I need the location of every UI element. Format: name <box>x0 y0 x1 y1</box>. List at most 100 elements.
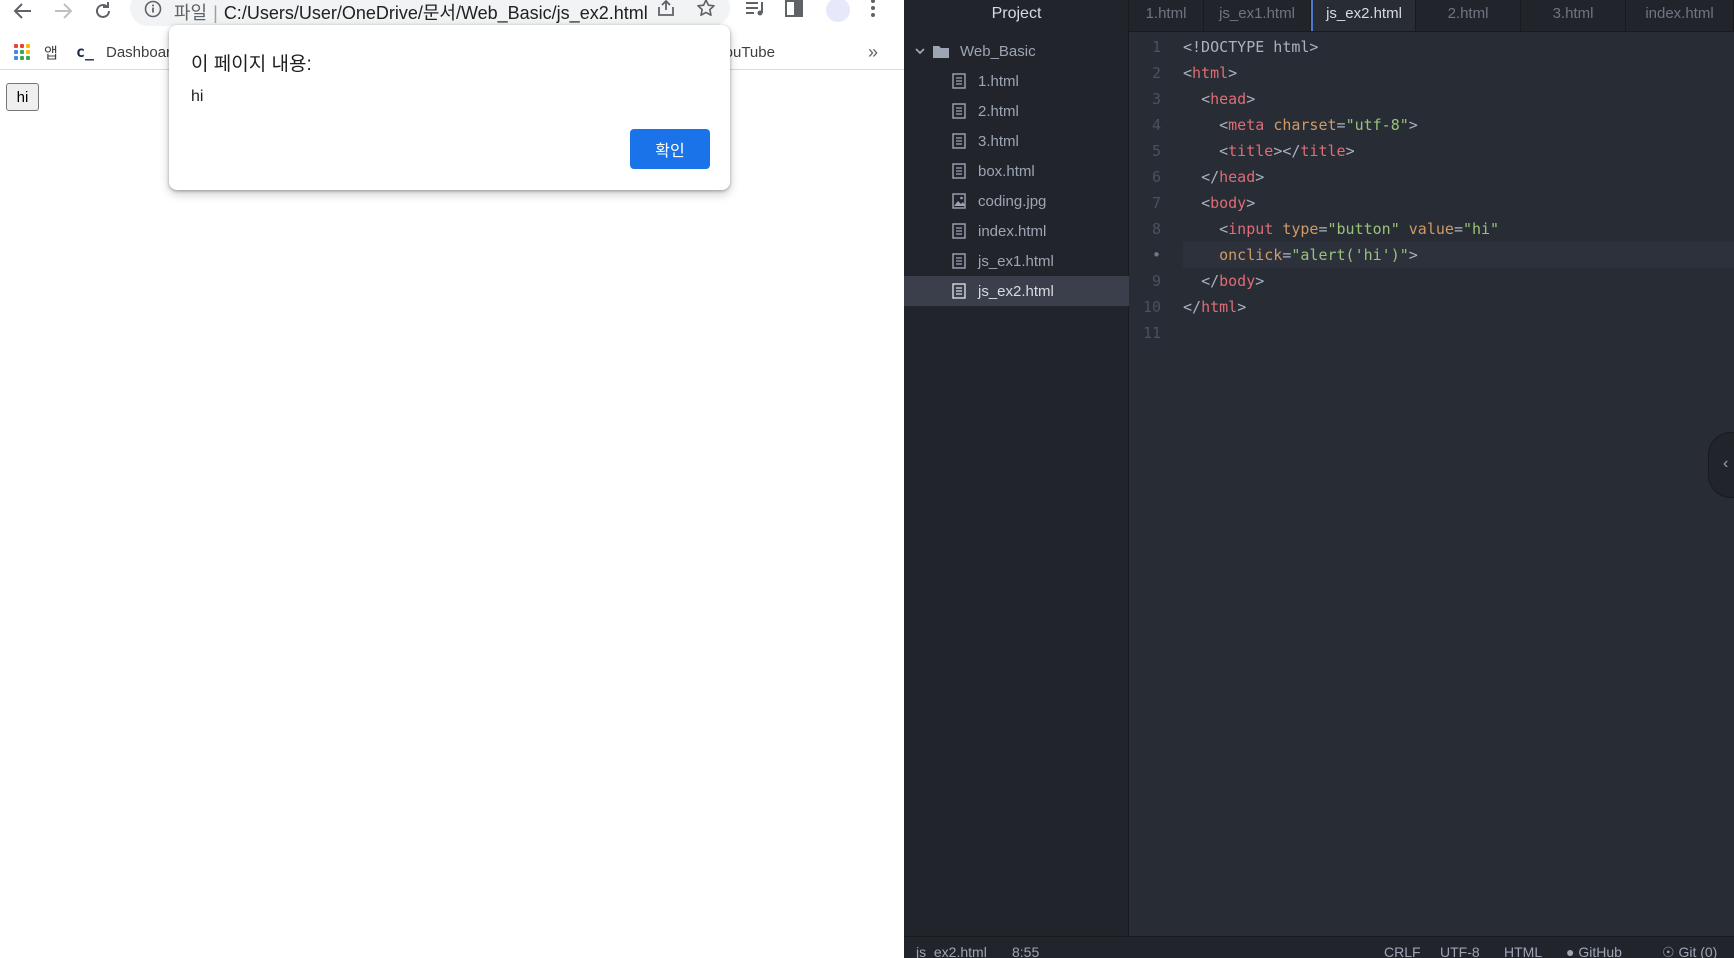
code-line: </body> <box>1201 272 1265 290</box>
tree-file-js-ex2-html[interactable]: js_ex2.html <box>904 276 1129 306</box>
folder-icon <box>933 45 949 58</box>
code-tag: html <box>1201 298 1238 316</box>
code-line: </head> <box>1201 168 1265 186</box>
bookmark-apps[interactable]: 앱 <box>14 40 58 64</box>
tree-file-label: js_ex2.html <box>978 282 1054 300</box>
tree-file-js-ex1-html[interactable]: js_ex1.html <box>904 246 1129 276</box>
status-file-name[interactable]: js_ex2.html <box>916 944 987 958</box>
project-tab[interactable]: Project <box>904 0 1129 30</box>
bookmark-dashboard[interactable]: c_ Dashboard <box>76 40 179 64</box>
tree-file-3-html[interactable]: 3.html <box>904 126 1129 156</box>
dock-toggle-button[interactable]: ‹ <box>1708 432 1734 498</box>
status-github-label: GitHub <box>1578 944 1622 958</box>
code-tag: head <box>1210 90 1247 108</box>
file-text-icon <box>952 103 966 119</box>
apps-grid-icon <box>14 44 30 60</box>
code-tag: body <box>1219 272 1256 290</box>
code-editor: Project Web_Basic 1.html 2.html 3.html b… <box>904 0 1734 958</box>
tab-3-html[interactable]: 3.html <box>1521 0 1626 31</box>
alert-message: hi <box>191 88 204 105</box>
bookmark-apps-label: 앱 <box>44 44 58 62</box>
alert-ok-button[interactable]: 확인 <box>630 129 710 169</box>
code-line: <title></title> <box>1219 142 1355 160</box>
info-icon[interactable] <box>144 0 162 18</box>
alert-title: 이 페이지 내용: <box>191 54 312 75</box>
status-grammar[interactable]: HTML <box>1504 944 1542 958</box>
tree-file-box-html[interactable]: box.html <box>904 156 1129 186</box>
alert-dialog: 이 페이지 내용: hi 확인 <box>169 25 730 190</box>
reload-button[interactable] <box>88 0 118 22</box>
tree-file-label: index.html <box>978 222 1047 240</box>
tree-folder-label: Web_Basic <box>960 42 1036 60</box>
code-doctype: <!DOCTYPE html> <box>1183 38 1319 56</box>
code-attribute: charset <box>1273 116 1337 134</box>
git-branch-icon: ☉ <box>1662 944 1675 958</box>
tree-file-label: 2.html <box>978 102 1019 120</box>
line-number-wrap-marker: • <box>1151 246 1161 264</box>
code-line: <html> <box>1183 64 1238 82</box>
tree-file-2-html[interactable]: 2.html <box>904 96 1129 126</box>
code-area[interactable]: <!DOCTYPE html> <html> <head> <meta char… <box>1183 32 1734 936</box>
tree-file-coding-jpg[interactable]: coding.jpg <box>904 186 1129 216</box>
tree-file-index-html[interactable]: index.html <box>904 216 1129 246</box>
status-encoding[interactable]: UTF-8 <box>1440 944 1480 958</box>
status-github[interactable]: ● GitHub <box>1566 944 1622 958</box>
address-separator: | <box>213 3 218 23</box>
tree-file-label: 3.html <box>978 132 1019 150</box>
file-text-icon <box>952 133 966 149</box>
line-number: 10 <box>1142 298 1161 316</box>
url-text: C:/Users/User/OneDrive/문서/Web_Basic/js_e… <box>223 3 648 23</box>
code-tag: title <box>1300 142 1346 160</box>
chevron-left-icon: ‹ <box>1723 455 1729 472</box>
file-text-icon <box>952 73 966 89</box>
tab-index-html[interactable]: index.html <box>1626 0 1734 31</box>
profile-avatar[interactable] <box>826 0 850 22</box>
line-number: 9 <box>1151 272 1161 290</box>
code-line: <body> <box>1201 194 1256 212</box>
tab-js-ex1-html[interactable]: js_ex1.html <box>1204 0 1311 31</box>
hi-button[interactable]: hi <box>6 83 39 111</box>
bookmarks-overflow-button[interactable]: » <box>868 40 878 64</box>
media-control-icon[interactable] <box>744 0 768 18</box>
status-line-ending[interactable]: CRLF <box>1384 944 1421 958</box>
code-tag: body <box>1210 194 1247 212</box>
code-line: <!DOCTYPE html> <box>1183 34 1734 60</box>
status-git-label: Git (0) <box>1678 944 1718 958</box>
tree-file-1-html[interactable]: 1.html <box>904 66 1129 96</box>
line-number: 3 <box>1151 90 1161 108</box>
line-number-gutter: 1 2 3 4 5 6 7 8 • 9 10 11 <box>1129 32 1179 936</box>
line-number: 5 <box>1151 142 1161 160</box>
more-vert-icon[interactable] <box>868 0 878 20</box>
side-panel-icon[interactable] <box>784 0 804 18</box>
address-bar[interactable]: 파일 | C:/Users/User/OneDrive/문서/Web_Basic/j… <box>130 0 730 26</box>
line-number: 8 <box>1151 220 1161 238</box>
browser-window: 파일 | C:/Users/User/OneDrive/문서/Web_Basic/j… <box>0 0 904 958</box>
file-text-icon <box>952 253 966 269</box>
line-number: 1 <box>1151 38 1161 56</box>
code-attribute: type <box>1282 220 1319 238</box>
code-tag: html <box>1192 64 1229 82</box>
bookmark-star-icon[interactable] <box>696 0 716 18</box>
line-number: 6 <box>1151 168 1161 186</box>
github-icon: ● <box>1566 944 1575 958</box>
file-text-icon <box>952 223 966 239</box>
status-git[interactable]: ☉ Git (0) <box>1662 944 1717 958</box>
tab-1-html[interactable]: 1.html <box>1129 0 1204 31</box>
line-number: 2 <box>1151 64 1161 82</box>
address-text[interactable]: 파일 | C:/Users/User/OneDrive/문서/Web_Basic/j… <box>174 0 648 25</box>
tab-js-ex2-html[interactable]: js_ex2.html <box>1311 0 1416 31</box>
forward-button[interactable] <box>48 0 78 22</box>
tab-2-html[interactable]: 2.html <box>1416 0 1521 31</box>
code-tag: title <box>1228 142 1274 160</box>
code-tag: meta <box>1228 116 1265 134</box>
tree-folder-web-basic[interactable]: Web_Basic <box>904 36 1129 66</box>
code-tag: input <box>1228 220 1274 238</box>
line-number: 7 <box>1151 194 1161 212</box>
code-string: "alert('hi')" <box>1291 246 1409 264</box>
code-string: "hi" <box>1462 220 1500 238</box>
back-button[interactable] <box>8 0 38 22</box>
reload-icon <box>96 2 110 18</box>
status-cursor-position[interactable]: 8:55 <box>1012 944 1039 958</box>
share-icon[interactable] <box>656 0 676 18</box>
line-number: 4 <box>1151 116 1161 134</box>
